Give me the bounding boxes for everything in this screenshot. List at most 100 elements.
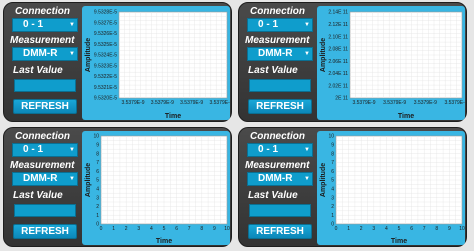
y-tick-label: 9.5323E-5 [94,63,117,69]
amplitude-chart: 10 9 8 7 6 5 4 3 2 1 0 0 1 2 3 4 5 6 7 8 9 10 Time Amplitude [82,131,230,245]
refresh-button[interactable]: REFRESH [248,224,312,239]
amplitude-chart: 2.14E 11 2.12E 11 2.10E 11 2.08E 11 2.06E 11… [317,6,465,120]
dropdown-arrow-icon[interactable]: ▼ [304,22,310,28]
measurement-label: Measurement [245,160,310,171]
x-tick-label: 3.5379E-9 [121,100,144,106]
y-tick-label: 1 [96,213,99,219]
connection-label: Connection [15,131,70,142]
measurement-label: Measurement [245,35,310,46]
x-tick-label: 1 [347,226,350,232]
x-tick-label: 3.5379E-9 [444,100,465,106]
y-tick-label: 9.5325E-5 [94,42,117,48]
dropdown-arrow-icon[interactable]: ▼ [304,51,310,57]
chart-svg: 9.5328E-5 9.5327E-5 9.5326E-5 9.5325E-5 9.53… [85,10,230,120]
y-axis-title: Amplitude [85,38,92,72]
connection-select[interactable]: 0 - 1 ▼ [12,18,78,32]
last-value-field [249,204,311,217]
refresh-button[interactable]: REFRESH [248,99,312,114]
x-tick-label: 6 [175,226,178,232]
chart-svg: 1098765432100 1 2 3 4 5 6 7 8 9 10TimeAmplitude [320,134,465,245]
x-tick-label: 3.5379E-9 [414,100,437,106]
dropdown-arrow-icon[interactable]: ▼ [69,147,75,153]
last-value-label: Last Value [248,65,298,76]
y-tick-label: 9.5322E-5 [94,74,117,80]
y-tick-label: 7 [96,160,99,166]
x-tick-label: 10 [224,226,230,232]
y-tick-label: 2.08E 11 [328,47,348,53]
x-tick-label: 1 [112,226,115,232]
y-tick-label: 8 [331,151,334,157]
connection-value: 0 - 1 [258,144,279,155]
last-value-field [14,79,76,92]
x-axis-title: Time [156,238,172,245]
connection-label: Connection [15,6,70,17]
x-axis-title: Time [398,113,414,120]
y-tick-label: 6 [331,169,334,175]
connection-label: Connection [250,131,305,142]
measurement-value: DMM-R [23,48,58,59]
y-tick-label: 5 [331,178,334,184]
control-column: Connection 0 - 1 ▼ Measurement DMM-R ▼ L… [239,128,315,246]
measurement-value: DMM-R [258,48,293,59]
y-tick-label: 2.06E 11 [328,59,348,65]
x-tick-label: 0 [100,226,103,232]
measurement-value: DMM-R [258,173,293,184]
x-tick-label: 2 [125,226,128,232]
last-value-label: Last Value [13,65,63,76]
refresh-button[interactable]: REFRESH [13,224,77,239]
y-tick-label: 2.10E 11 [328,34,348,40]
control-column: Connection 0 - 1 ▼ Measurement DMM-R ▼ L… [4,128,80,246]
x-tick-label: 3.5379E-9 [180,100,203,106]
x-tick-label: 3 [137,226,140,232]
control-column: Connection 0 - 1 ▼ Measurement DMM-R ▼ L… [4,3,80,121]
connection-label: Connection [250,6,305,17]
x-tick-label: 4 [385,226,388,232]
x-tick-label: 3 [372,226,375,232]
connection-select[interactable]: 0 - 1 ▼ [247,18,313,32]
measurement-select[interactable]: DMM-R ▼ [247,172,313,186]
x-tick-label: 9 [213,226,216,232]
dropdown-arrow-icon[interactable]: ▼ [69,176,75,182]
chart-svg: 2.14E 11 2.12E 11 2.10E 11 2.08E 11 2.06E 11… [320,10,465,120]
dropdown-arrow-icon[interactable]: ▼ [304,147,310,153]
y-tick-label: 9.5327E-5 [94,20,117,26]
y-tick-label: 9.5321E-5 [94,85,117,91]
refresh-button[interactable]: REFRESH [13,99,77,114]
instrument-panel: Connection 0 - 1 ▼ Measurement DMM-R ▼ L… [3,127,232,247]
dropdown-arrow-icon[interactable]: ▼ [304,176,310,182]
last-value-label: Last Value [248,190,298,201]
instrument-panel: Connection 0 - 1 ▼ Measurement DMM-R ▼ L… [238,127,467,247]
x-axis-title: Time [391,238,407,245]
x-tick-label: 3.5379E-9 [151,100,174,106]
x-tick-label: 6 [410,226,413,232]
y-tick-label: 9 [331,143,334,149]
y-tick-label: 2 [331,204,334,210]
y-tick-label: 2.14E 11 [328,10,348,16]
x-tick-label: 3.5379E-9 [383,100,406,106]
x-tick-label: 5 [163,226,166,232]
y-tick-label: 10 [328,134,334,140]
y-tick-label: 2.12E 11 [328,22,348,28]
x-tick-label: 3.5379E-9 [352,100,375,106]
connection-value: 0 - 1 [23,144,44,155]
measurement-select[interactable]: DMM-R ▼ [12,172,78,186]
y-tick-label: 9.5324E-5 [94,53,117,59]
measurement-select[interactable]: DMM-R ▼ [247,47,313,61]
x-tick-label: 7 [188,226,191,232]
y-tick-label: 9 [96,143,99,149]
dropdown-arrow-icon[interactable]: ▼ [69,22,75,28]
y-tick-label: 2.04E 11 [328,71,348,77]
connection-select[interactable]: 0 - 1 ▼ [12,143,78,157]
measurement-select[interactable]: DMM-R ▼ [12,47,78,61]
x-tick-label: 5 [398,226,401,232]
connection-select[interactable]: 0 - 1 ▼ [247,143,313,157]
measurement-label: Measurement [10,35,75,46]
x-axis-title: Time [165,113,181,120]
x-tick-label: 2 [360,226,363,232]
y-tick-label: 2E 11 [335,96,348,102]
y-axis-title: Amplitude [320,163,327,197]
x-tick-label: 8 [200,226,203,232]
y-tick-label: 2.02E 11 [328,83,348,89]
dropdown-arrow-icon[interactable]: ▼ [69,51,75,57]
y-tick-label: 8 [96,151,99,157]
